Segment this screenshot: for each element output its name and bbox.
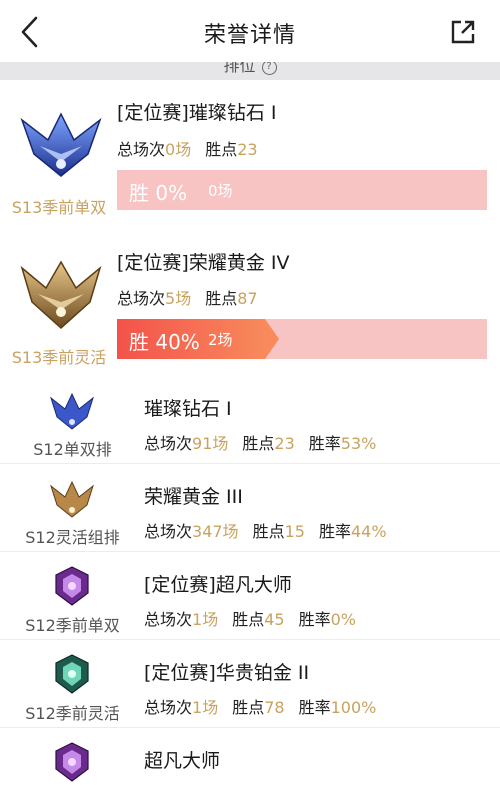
win-rate-bar: 胜 0% 0场 [117, 170, 487, 210]
list-item[interactable]: S12季前灵活 [定位赛]华贵铂金 II 总场次1场 胜点78 胜率100% [0, 640, 500, 728]
ranked-section-header: 排位? [0, 62, 500, 80]
share-icon[interactable] [450, 19, 476, 45]
season-label: S12单双排 [33, 440, 112, 459]
gold-emblem-icon [50, 480, 94, 518]
win-games-text: 0场 [208, 182, 233, 200]
rank-title: [定位赛]超凡大师 [144, 574, 292, 596]
gold-emblem-icon [20, 260, 102, 330]
win-games-text: 2场 [208, 331, 233, 349]
season-card[interactable]: S13季前单双 [定位赛]璀璨钻石 I 总场次0场 胜点23 胜 0% 0场 [0, 80, 500, 228]
rank-title: [定位赛]荣耀黄金 IV [117, 252, 290, 274]
list-item[interactable]: S12单双排 璀璨钻石 I 总场次91场 胜点23 胜率53% [0, 376, 500, 464]
rank-title: [定位赛]华贵铂金 II [144, 662, 310, 684]
season-label: S12季前灵活 [25, 704, 120, 723]
top-nav-bar: 荣誉详情 [0, 0, 500, 62]
rank-stats: 总场次1场 胜点45 胜率0% [144, 610, 356, 629]
list-item[interactable]: S12灵活组排 荣耀黄金 III 总场次347场 胜点15 胜率44% [0, 464, 500, 552]
season-label: S12灵活组排 [25, 528, 120, 547]
rank-title: 璀璨钻石 I [144, 398, 232, 420]
rank-stats: 总场次347场 胜点15 胜率44% [144, 522, 387, 541]
rank-stats: 总场次5场 胜点87 [117, 289, 258, 308]
rank-stats: 总场次91场 胜点23 胜率53% [144, 434, 377, 453]
win-rate-bar: 胜 40% 2场 [117, 319, 487, 359]
win-rate-text: 胜 0% [129, 181, 188, 205]
diamond-emblem-icon [20, 112, 102, 177]
section-label: 排位 [223, 62, 256, 75]
master-emblem-icon [55, 566, 89, 606]
season-label: S13季前灵活 [11, 348, 107, 367]
list-item[interactable]: S12季前单双 [定位赛]超凡大师 总场次1场 胜点45 胜率0% [0, 552, 500, 640]
season-label: S12季前单双 [25, 616, 120, 635]
diamond-emblem-icon [50, 392, 94, 430]
rank-title: [定位赛]璀璨钻石 I [117, 102, 277, 124]
rank-title: 荣耀黄金 III [144, 486, 243, 508]
win-rate-text: 胜 40% [129, 330, 200, 354]
season-card[interactable]: S13季前灵活 [定位赛]荣耀黄金 IV 总场次5场 胜点87 胜 40% 2场 [0, 228, 500, 376]
season-label: S13季前单双 [11, 198, 107, 217]
platinum-emblem-icon [55, 654, 89, 694]
page-title: 荣誉详情 [203, 23, 296, 48]
master-emblem-icon [55, 742, 89, 782]
info-icon[interactable]: ? [261, 62, 277, 75]
rank-title: 超凡大师 [144, 750, 221, 772]
list-item[interactable]: 超凡大师 [0, 728, 500, 785]
rank-stats: 总场次0场 胜点23 [117, 140, 258, 159]
rank-stats: 总场次1场 胜点78 胜率100% [144, 698, 377, 717]
